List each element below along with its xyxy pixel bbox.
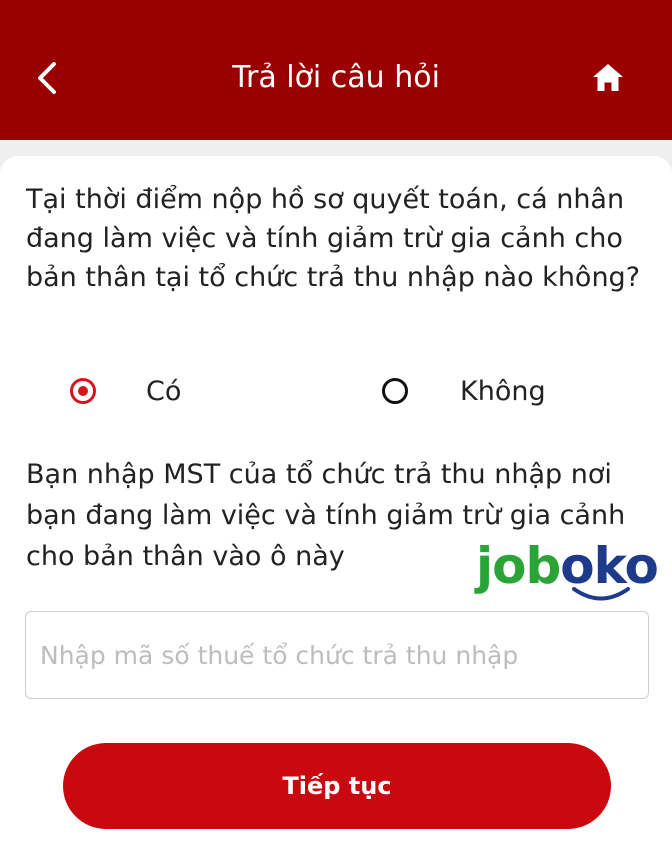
- radio-option-yes[interactable]: Có: [70, 371, 181, 411]
- home-button[interactable]: [588, 58, 628, 98]
- radio-label-no: Không: [460, 375, 546, 407]
- radio-selected-icon[interactable]: [70, 378, 96, 404]
- app-header: Trả lời câu hỏi: [0, 0, 672, 140]
- page-title: Trả lời câu hỏi: [232, 60, 440, 95]
- question-text: Tại thời điểm nộp hồ sơ quyết toán, cá n…: [26, 184, 641, 293]
- radio-label-yes: Có: [146, 375, 182, 407]
- smile-icon: [572, 587, 630, 601]
- question-card: Tại thời điểm nộp hồ sơ quyết toán, cá n…: [0, 156, 672, 853]
- joboko-watermark-logo: joboko: [476, 536, 659, 606]
- radio-unselected-icon[interactable]: [382, 378, 408, 404]
- continue-button[interactable]: Tiếp tục: [63, 743, 611, 829]
- radio-option-no[interactable]: Không: [382, 371, 546, 411]
- mst-input[interactable]: [25, 611, 649, 699]
- home-icon: [593, 64, 623, 91]
